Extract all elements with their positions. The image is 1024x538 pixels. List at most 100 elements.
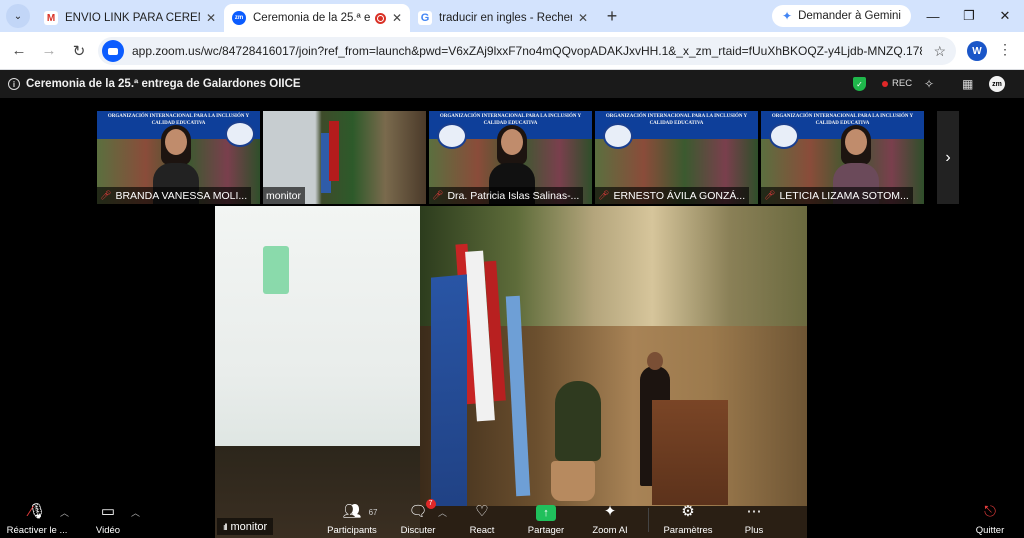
active-speaker-video: ıll monitor: [215, 206, 807, 538]
chat-options-chevron-icon[interactable]: ︿: [438, 506, 447, 519]
sparkle-icon[interactable]: ✧: [924, 77, 934, 91]
participant-tile-selected[interactable]: monitor: [263, 111, 426, 204]
mic-muted-icon: 🎙︎ ⁄: [27, 503, 47, 520]
settings-label: Paramètres: [663, 525, 713, 536]
oiice-logo: [437, 123, 467, 149]
share-screen-icon: ↑: [536, 502, 556, 522]
recording-indicator: REC: [882, 78, 912, 89]
new-tab-button[interactable]: +: [600, 6, 624, 27]
participant-tile[interactable]: ORGANIZACIÓN INTERNACIONAL PARA LA INCLU…: [761, 111, 924, 204]
projection-screen: [215, 206, 420, 446]
more-label: Plus: [744, 525, 764, 536]
profile-avatar[interactable]: W: [967, 41, 987, 61]
gemini-sparkle-icon: ✦: [782, 9, 793, 23]
security-shield-icon[interactable]: ✓: [853, 77, 866, 91]
participant-name-label: 🎤︎ ERNESTO ÁVILA GONZÁ...: [595, 187, 750, 204]
ai-sparkle-icon: ✦: [603, 503, 617, 520]
potted-plant: [555, 381, 601, 461]
participant-name-label: monitor: [263, 187, 306, 204]
participant-name-label: 🎤︎ Dra. Patricia Islas Salinas-...: [429, 187, 584, 204]
browser-menu-icon[interactable]: ⋮: [998, 41, 1012, 58]
video-label: Vidéo: [95, 525, 121, 536]
oiice-logo: [225, 121, 255, 147]
minimize-icon[interactable]: —: [916, 0, 950, 32]
rec-label: REC: [892, 78, 913, 89]
participants-label: Participants: [327, 525, 377, 536]
participant-tile[interactable]: ORGANIZACIÓN INTERNACIONAL PARA LA INCLU…: [595, 111, 758, 204]
more-button[interactable]: ⋯ Plus: [719, 502, 789, 536]
chat-unread-badge: 7: [425, 499, 436, 509]
recording-icon: [374, 12, 386, 24]
zoom-icon: zm: [232, 11, 246, 25]
zoom-ai-button[interactable]: ✦ Zoom AI: [575, 502, 645, 536]
url-text[interactable]: app.zoom.us/wc/84728416017/join?ref_from…: [132, 44, 922, 58]
settings-button[interactable]: ⚙︎ Paramètres: [653, 502, 723, 536]
meeting-info-icon[interactable]: i: [8, 78, 20, 90]
participants-button[interactable]: 👥︎ 67 Participants: [317, 502, 387, 536]
browser-tab-bar: ⌄ M ENVIO LINK PARA CEREMONIA ✕ zm Cerem…: [0, 0, 1024, 32]
gear-icon: ⚙︎: [681, 503, 695, 520]
next-page-chevron-icon[interactable]: ›: [937, 111, 959, 204]
tab-search-button[interactable]: ⌄: [6, 4, 30, 28]
chat-label: Discuter: [400, 525, 436, 536]
gmail-icon: M: [44, 11, 58, 25]
video-camera-icon: ▭: [100, 503, 116, 520]
screen: ⌄ M ENVIO LINK PARA CEREMONIA ✕ zm Cerem…: [0, 0, 1024, 538]
browser-tab-zoom[interactable]: zm Ceremonia de la 25.ª entrega ✕: [224, 4, 410, 32]
toolbar-divider: [648, 508, 649, 532]
mic-muted-icon: 🎤︎: [432, 190, 444, 200]
meeting-toolbar: 🎙︎ ⁄ Réactiver le ... ︿ ▭ Vidéo ︿ 👥︎ 67 Pa…: [0, 499, 1024, 538]
participant-name-label: 🎤︎ BRANDA VANESSA MOLI...: [97, 187, 252, 204]
audio-options-chevron-icon[interactable]: ︿: [60, 506, 69, 519]
more-dots-icon: ⋯: [746, 503, 762, 520]
react-button[interactable]: ♡ React: [447, 502, 517, 536]
mic-muted-icon: 🎤︎: [100, 190, 112, 200]
zoom-meeting: i Ceremonia de la 25.ª entrega de Galard…: [0, 70, 1024, 538]
heart-icon: ♡: [475, 503, 489, 520]
podium: [652, 400, 728, 505]
close-tab-icon[interactable]: ✕: [392, 11, 402, 25]
site-info-icon[interactable]: [102, 40, 124, 62]
bookmark-star-icon[interactable]: ☆: [933, 43, 946, 60]
react-label: React: [469, 525, 495, 536]
forward-arrow-icon[interactable]: →: [34, 42, 64, 59]
gemini-button[interactable]: ✦ Demander à Gemini: [772, 5, 911, 27]
participant-tile[interactable]: ORGANIZACIÓN INTERNACIONAL PARA LA INCLU…: [429, 111, 592, 204]
address-bar[interactable]: app.zoom.us/wc/84728416017/join?ref_from…: [98, 37, 956, 65]
gemini-label: Demander à Gemini: [798, 10, 901, 22]
close-window-icon[interactable]: ✕: [988, 0, 1022, 32]
leave-label: Quitter: [975, 525, 1005, 536]
restore-icon[interactable]: ❐: [952, 0, 986, 32]
oiice-logo: [603, 123, 633, 149]
close-tab-icon[interactable]: ✕: [206, 11, 216, 25]
leave-button[interactable]: ⎋ Quitter: [955, 502, 1024, 536]
meeting-title: Ceremonia de la 25.ª entrega de Galardon…: [26, 78, 301, 90]
participant-name-label: 🎤︎ LETICIA LIZAMA SOTOM...: [761, 187, 913, 204]
oiice-logo: [769, 123, 799, 149]
browser-tab-google[interactable]: G traducir en ingles - Recherche G ✕: [410, 4, 596, 32]
view-layout-icon[interactable]: ▦: [962, 77, 973, 91]
participants-icon: 👥︎ 67: [342, 502, 377, 522]
tab-title: traducir en ingles - Recherche G: [439, 12, 572, 24]
mic-muted-icon: 🎤︎: [764, 190, 776, 200]
zoom-avatar[interactable]: zm: [989, 76, 1005, 92]
meeting-header: i Ceremonia de la 25.ª entrega de Galard…: [0, 70, 1024, 98]
tab-title: ENVIO LINK PARA CEREMONIA: [65, 12, 200, 24]
browser-tab-gmail[interactable]: M ENVIO LINK PARA CEREMONIA ✕: [36, 4, 224, 32]
reload-icon[interactable]: ↻: [64, 42, 94, 60]
chat-bubble-icon: 🗨︎ 7: [408, 499, 436, 522]
video-options-chevron-icon[interactable]: ︿: [131, 506, 140, 519]
google-icon: G: [418, 11, 432, 25]
zoom-ai-label: Zoom AI: [592, 525, 628, 536]
participant-count: 67: [368, 508, 378, 517]
plant-pot: [551, 461, 595, 501]
participant-tile[interactable]: ORGANIZACIÓN INTERNACIONAL PARA LA INCLU…: [97, 111, 260, 204]
exit-door-icon: ⎋: [984, 503, 996, 520]
event-banner: [431, 274, 467, 538]
close-tab-icon[interactable]: ✕: [578, 11, 588, 25]
record-dot-icon: [882, 80, 888, 87]
back-arrow-icon[interactable]: ←: [4, 42, 34, 59]
share-label: Partager: [527, 525, 565, 536]
share-button[interactable]: ↑ Partager: [511, 502, 581, 536]
tab-title: Ceremonia de la 25.ª entrega: [253, 12, 371, 24]
